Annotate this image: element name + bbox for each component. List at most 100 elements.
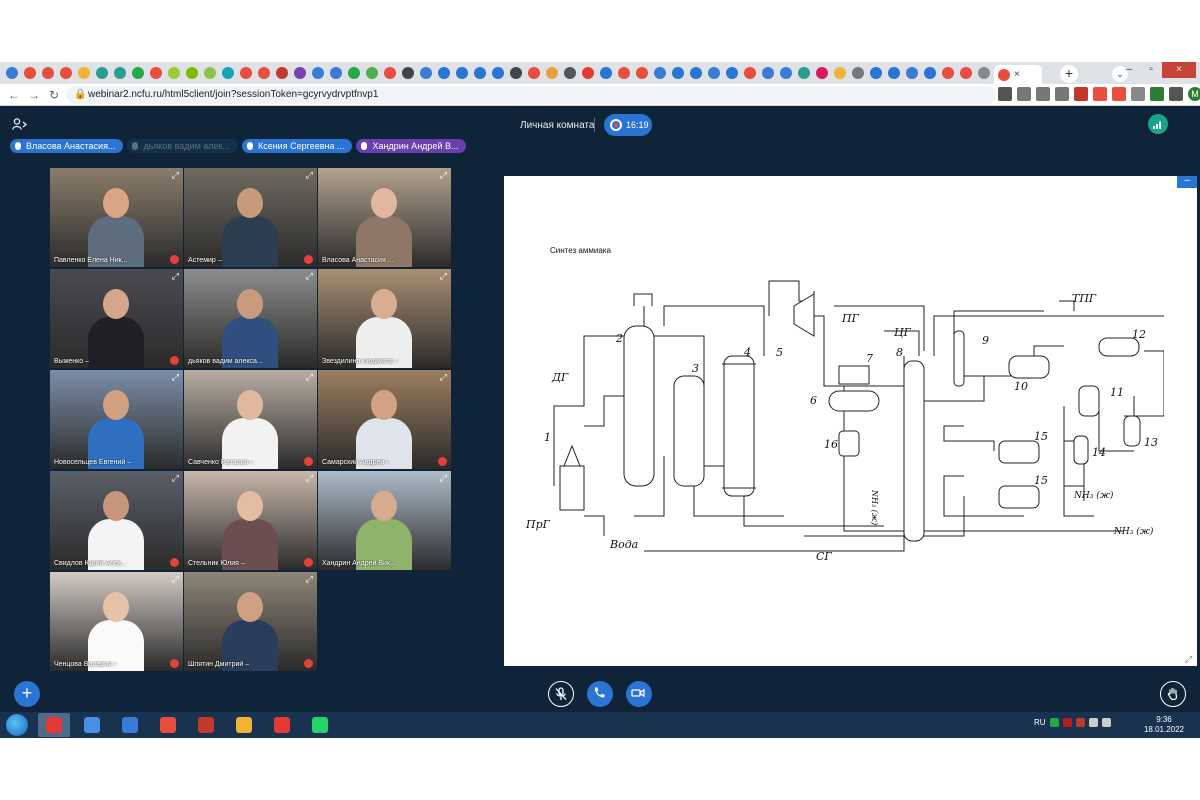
browser-tab[interactable] <box>508 65 524 81</box>
expand-video-icon[interactable]: ⤢ <box>440 372 447 383</box>
browser-tab[interactable] <box>148 65 164 81</box>
talking-indicator[interactable]: Хандрин Андрей В... <box>356 139 467 153</box>
extension-icon[interactable] <box>1169 87 1183 101</box>
fullscreen-presentation-icon[interactable]: ⤢ <box>1185 654 1195 664</box>
expand-video-icon[interactable]: ⤢ <box>440 473 447 484</box>
extension-icon[interactable] <box>998 87 1012 101</box>
taskbar-app-icon[interactable] <box>190 713 222 737</box>
tray-icon[interactable] <box>1062 718 1072 727</box>
browser-tab[interactable] <box>238 65 254 81</box>
browser-tab[interactable] <box>670 65 686 81</box>
browser-tab[interactable] <box>742 65 758 81</box>
browser-tab[interactable] <box>706 65 722 81</box>
taskbar-app-icon[interactable] <box>266 713 298 737</box>
browser-tab[interactable] <box>202 65 218 81</box>
extension-icon[interactable] <box>1036 87 1050 101</box>
tray-icon[interactable] <box>1075 718 1085 727</box>
taskbar-app-icon[interactable] <box>228 713 260 737</box>
video-tile[interactable]: ⤢ Хандрин Андрей Вик... <box>318 471 451 570</box>
browser-tab[interactable] <box>346 65 362 81</box>
browser-tab[interactable] <box>328 65 344 81</box>
expand-video-icon[interactable]: ⤢ <box>306 574 313 585</box>
browser-tab[interactable] <box>310 65 326 81</box>
expand-video-icon[interactable]: ⤢ <box>172 372 179 383</box>
browser-tab[interactable] <box>454 65 470 81</box>
browser-tab[interactable] <box>274 65 290 81</box>
extension-icon[interactable] <box>1055 87 1069 101</box>
browser-tab[interactable] <box>490 65 506 81</box>
expand-video-icon[interactable]: ⤢ <box>440 170 447 181</box>
tray-icon[interactable] <box>1088 718 1098 727</box>
video-tile[interactable]: ⤢ Выженко – <box>50 269 183 368</box>
browser-tab[interactable] <box>4 65 20 81</box>
browser-tab[interactable] <box>436 65 452 81</box>
browser-tab[interactable] <box>796 65 812 81</box>
expand-video-icon[interactable]: ⤢ <box>306 473 313 484</box>
new-tab-button[interactable]: + <box>1060 65 1078 83</box>
browser-tab[interactable] <box>562 65 578 81</box>
browser-tab[interactable] <box>652 65 668 81</box>
browser-tab[interactable] <box>130 65 146 81</box>
browser-tab[interactable] <box>400 65 416 81</box>
back-button[interactable]: ← <box>6 87 22 103</box>
taskbar-app-icon[interactable] <box>304 713 336 737</box>
browser-tab[interactable] <box>526 65 542 81</box>
browser-tab[interactable] <box>832 65 848 81</box>
browser-tab[interactable] <box>634 65 650 81</box>
browser-tab[interactable] <box>58 65 74 81</box>
minimize-presentation-button[interactable]: – <box>1177 176 1197 188</box>
minimize-window-button[interactable]: – <box>1118 62 1140 78</box>
expand-video-icon[interactable]: ⤢ <box>306 170 313 181</box>
browser-tab[interactable] <box>868 65 884 81</box>
actions-plus-button[interactable]: + <box>14 681 40 707</box>
browser-tab[interactable] <box>544 65 560 81</box>
extension-icon[interactable] <box>1150 87 1164 101</box>
browser-tab[interactable] <box>850 65 866 81</box>
recording-button[interactable]: 16:19 <box>604 114 652 136</box>
browser-tab[interactable] <box>166 65 182 81</box>
browser-tab[interactable] <box>760 65 776 81</box>
video-tile[interactable]: ⤢ Власова Анастасия ... <box>318 168 451 267</box>
talking-indicator[interactable]: дьяков вадим алек... <box>127 139 238 153</box>
profile-avatar[interactable]: M <box>1188 87 1200 101</box>
browser-tab[interactable] <box>778 65 794 81</box>
video-tile[interactable]: ⤢ Стельник Юлия – <box>184 471 317 570</box>
browser-tab[interactable] <box>418 65 434 81</box>
browser-tab[interactable] <box>598 65 614 81</box>
video-tile[interactable]: ⤢ Самарский Андрей – <box>318 370 451 469</box>
video-tile[interactable]: ⤢ Новосельцев Евгений – <box>50 370 183 469</box>
talking-indicator[interactable]: Власова Анастасия... <box>10 139 124 153</box>
video-tile[interactable]: ⤢ Шпятин Дмитрий – <box>184 572 317 671</box>
video-tile[interactable]: ⤢ Павленко Елена Ник... <box>50 168 183 267</box>
maximize-window-button[interactable]: ▫ <box>1140 62 1162 78</box>
raise-hand-button[interactable] <box>1160 681 1186 707</box>
browser-tab[interactable] <box>184 65 200 81</box>
expand-video-icon[interactable]: ⤢ <box>306 271 313 282</box>
close-tab-icon[interactable]: × <box>1014 69 1020 80</box>
browser-tab[interactable] <box>580 65 596 81</box>
video-tile[interactable]: ⤢ дьяков вадим алекса... <box>184 269 317 368</box>
system-clock[interactable]: 9:36 18.01.2022 <box>1144 715 1184 735</box>
browser-tab[interactable] <box>76 65 92 81</box>
taskbar-app-icon[interactable] <box>114 713 146 737</box>
expand-video-icon[interactable]: ⤢ <box>172 574 179 585</box>
extension-icon[interactable] <box>1093 87 1107 101</box>
windows-start-icon[interactable] <box>6 714 28 736</box>
video-tile[interactable]: ⤢ Астемир – <box>184 168 317 267</box>
audio-call-button[interactable] <box>587 681 613 707</box>
extension-icon[interactable] <box>1131 87 1145 101</box>
url-text[interactable]: webinar2.ncfu.ru/html5client/join?sessio… <box>88 89 378 100</box>
browser-tab[interactable] <box>724 65 740 81</box>
browser-tab[interactable] <box>958 65 974 81</box>
expand-video-icon[interactable]: ⤢ <box>440 271 447 282</box>
browser-tab[interactable] <box>94 65 110 81</box>
user-list-toggle-icon[interactable] <box>12 118 28 133</box>
browser-tab[interactable] <box>940 65 956 81</box>
connection-status-icon[interactable] <box>1148 114 1168 134</box>
browser-tab[interactable] <box>256 65 272 81</box>
forward-button[interactable]: → <box>26 87 42 103</box>
video-tile[interactable]: ⤢ Савченко Наталья – <box>184 370 317 469</box>
camera-button[interactable] <box>626 681 652 707</box>
browser-tab[interactable] <box>922 65 938 81</box>
browser-tab[interactable] <box>292 65 308 81</box>
